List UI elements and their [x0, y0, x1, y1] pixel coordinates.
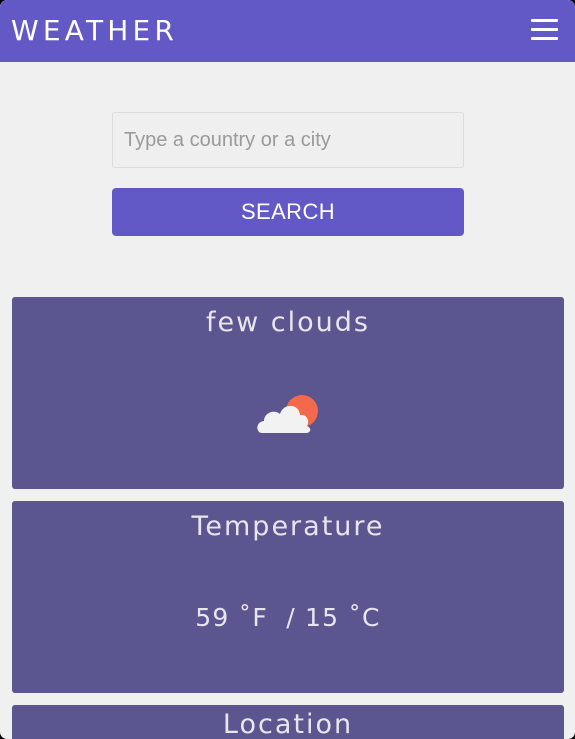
weather-condition-card: few clouds	[12, 297, 564, 489]
weather-app-screen: WEATHER SEARCH few clouds Temperature 59…	[0, 0, 575, 739]
partly-cloudy-icon	[257, 395, 318, 433]
temperature-value: 59 ˚F / 15 ˚C	[195, 603, 381, 632]
location-label: Location	[222, 709, 354, 739]
temperature-label: Temperature	[191, 511, 385, 542]
menu-line	[531, 19, 558, 22]
city-search-input[interactable]	[112, 112, 464, 168]
weather-condition-label: few clouds	[206, 307, 370, 338]
location-card: Location	[12, 705, 564, 739]
hamburger-menu-icon[interactable]	[527, 17, 563, 45]
menu-line	[531, 37, 558, 40]
menu-line	[531, 28, 558, 31]
temperature-card: Temperature 59 ˚F / 15 ˚C	[12, 501, 564, 693]
app-title: WEATHER	[11, 14, 179, 47]
search-button[interactable]: SEARCH	[112, 188, 464, 236]
top-navigation-bar: WEATHER	[0, 0, 575, 62]
